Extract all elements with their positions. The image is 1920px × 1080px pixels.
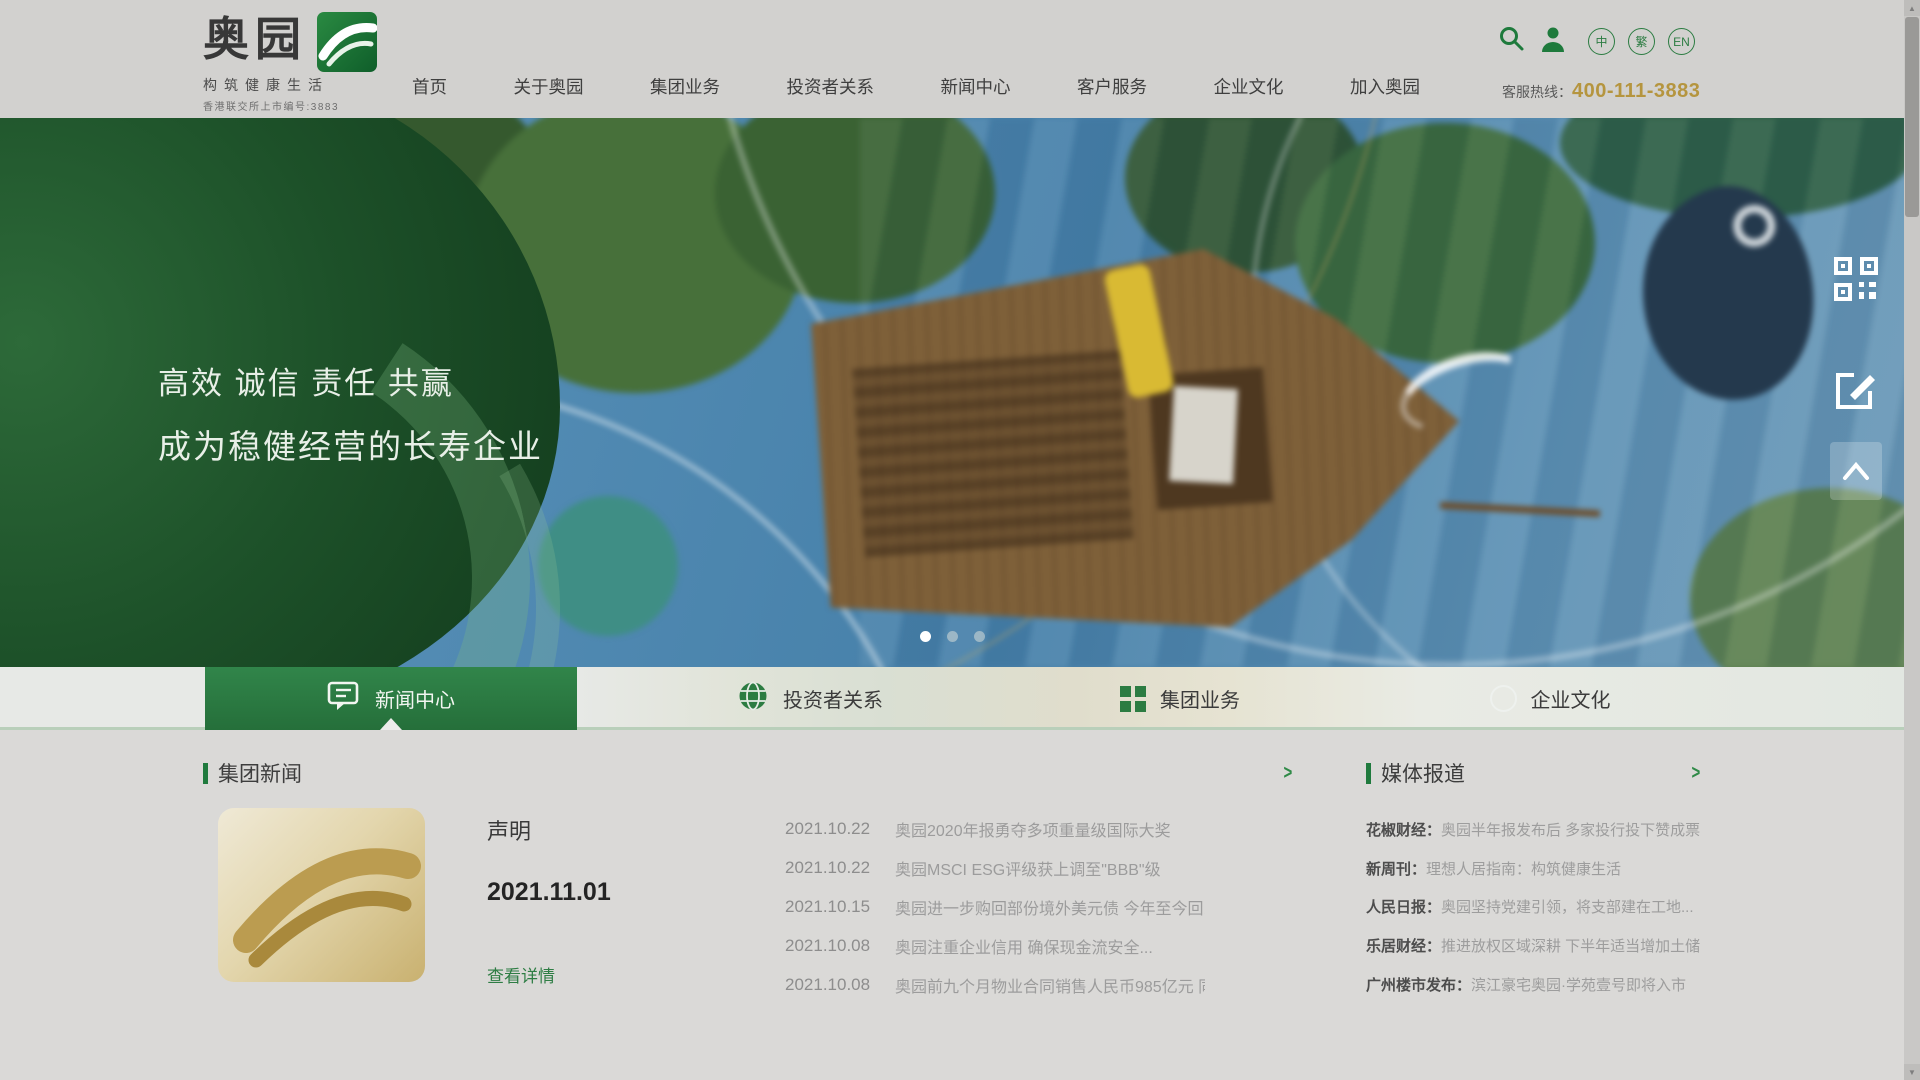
nav-item-news[interactable]: 新闻中心 [941,74,1011,99]
aoyuan-swoosh-icon [317,12,377,72]
tab-label: 新闻中心 [375,684,455,713]
media-title: 推进放权区域深耕 下半年适当增加土储 [1441,935,1700,956]
carousel-dot[interactable] [974,631,985,642]
news-item[interactable]: 2021.10.22 奥园MSCI ESG评级获上调至"BBB"级 [785,849,1205,888]
media-item[interactable]: 花椒财经： 奥园半年报发布后 多家投行投下赞成票 [1366,810,1718,849]
lang-zh-button[interactable]: 中 [1588,28,1615,55]
featured-news-image[interactable] [218,808,425,982]
carousel-dots [920,631,985,642]
site-header: 奥园 构筑健康生活 香港联交所上市编号:3883 首页 关于奥园 集团业务 投资… [0,0,1920,118]
media-item[interactable]: 广州楼市发布： 滨江豪宅奥园·学苑壹号即将入市 [1366,965,1718,1004]
nav-item-home[interactable]: 首页 [412,74,447,99]
news-item[interactable]: 2021.10.08 奥园前九个月物业合同销售人民币985亿元 同... [785,965,1205,1004]
carousel-dot[interactable] [947,631,958,642]
featured-news-title[interactable]: 声明 [487,814,531,846]
hero-slogan-line2: 成为稳健经营的长寿企业 [158,420,543,468]
group-news-list: 2021.10.22 奥园2020年报勇夺多项重量级国际大奖 2021.10.2… [785,810,1205,1004]
globe-icon [737,680,769,718]
main-nav: 首页 关于奥园 集团业务 投资者关系 新闻中心 客户服务 企业文化 加入奥园 [412,74,1420,99]
service-hotline: 客服热线： 400-111-3883 [1502,80,1700,103]
section-title: 媒体报道 [1381,758,1465,788]
media-source: 新周刊： [1366,858,1426,879]
search-icon[interactable] [1498,25,1526,58]
nav-item-about[interactable]: 关于奥园 [514,74,584,99]
grid-icon [1120,686,1146,712]
media-source: 广州楼市发布： [1366,974,1471,995]
news-title: 奥园进一步购回部份境外美元债 今年至今回... [895,895,1205,919]
tab-label: 投资者关系 [783,684,883,713]
view-details-link[interactable]: 查看详情 [487,962,555,987]
media-title: 滨江豪宅奥园·学苑壹号即将入市 [1471,974,1686,995]
hero-slogan-line1: 高效 诚信 责任 共赢 [158,358,543,403]
featured-news-date: 2021.11.01 [487,878,611,907]
news-item[interactable]: 2021.10.22 奥园2020年报勇夺多项重量级国际大奖 [785,810,1205,849]
tab-investor-relations[interactable]: 投资者关系 [640,667,980,730]
tab-news-center[interactable]: 新闻中心 [205,667,577,730]
news-section: 集团新闻 > 声明 2021.11.01 查看详情 2021.10.22 奥园2… [0,730,1920,1080]
carousel-dot[interactable] [920,631,931,642]
tab-label: 集团业务 [1160,684,1240,713]
logo-text: 奥园 [203,8,307,70]
ring-icon [1490,685,1517,712]
lang-en-button[interactable]: EN [1668,28,1695,55]
news-date: 2021.10.22 [785,819,895,839]
section-bar [203,763,208,784]
section-tabbar: 新闻中心 投资者关系 集团业务 企业文化 [0,667,1920,730]
nav-item-culture[interactable]: 企业文化 [1214,74,1284,99]
tab-label: 企业文化 [1531,684,1611,713]
news-date: 2021.10.22 [785,858,895,878]
media-reports-list: 花椒财经： 奥园半年报发布后 多家投行投下赞成票 新周刊： 理想人居指南：构筑健… [1366,810,1718,1004]
brand-logo[interactable]: 奥园 构筑健康生活 香港联交所上市编号:3883 [203,8,377,113]
hero-banner[interactable]: 高效 诚信 责任 共赢 成为稳健经营的长寿企业 [0,118,1920,667]
group-news-more-arrow[interactable]: > [1283,762,1292,785]
chat-bubble-icon [327,680,361,718]
media-item[interactable]: 新周刊： 理想人居指南：构筑健康生活 [1366,849,1718,888]
media-title: 理想人居指南：构筑健康生活 [1426,858,1621,879]
news-title: 奥园2020年报勇夺多项重量级国际大奖 [895,817,1205,841]
section-title: 集团新闻 [218,758,302,788]
scrollbar-thumb[interactable] [1905,17,1919,217]
vertical-scrollbar[interactable]: ▲ ▼ [1904,0,1920,1080]
news-date: 2021.10.08 [785,936,895,956]
media-reports-more-arrow[interactable]: > [1691,762,1700,785]
tab-corporate-culture[interactable]: 企业文化 [1420,667,1680,730]
news-date: 2021.10.15 [785,897,895,917]
lang-traditional-button[interactable]: 繁 [1628,28,1655,55]
media-source: 人民日报： [1366,896,1441,917]
edit-icon[interactable] [1834,367,1878,416]
media-title: 奥园半年报发布后 多家投行投下赞成票 [1441,819,1700,840]
nav-item-business[interactable]: 集团业务 [650,74,720,99]
news-title: 奥园MSCI ESG评级获上调至"BBB"级 [895,856,1205,880]
logo-listing-code: 香港联交所上市编号:3883 [203,98,377,113]
news-item[interactable]: 2021.10.08 奥园注重企业信用 确保现金流安全... [785,926,1205,965]
media-source: 花椒财经： [1366,819,1441,840]
news-title: 奥园注重企业信用 确保现金流安全... [895,934,1205,958]
section-bar [1366,763,1371,784]
news-date: 2021.10.08 [785,975,895,995]
nav-item-service[interactable]: 客户服务 [1077,74,1147,99]
media-source: 乐居财经： [1366,935,1441,956]
user-icon[interactable] [1539,25,1567,58]
nav-item-join[interactable]: 加入奥园 [1350,74,1420,99]
back-to-top-button[interactable] [1830,442,1882,500]
group-news-header: 集团新闻 [203,758,302,788]
news-item[interactable]: 2021.10.15 奥园进一步购回部份境外美元债 今年至今回... [785,888,1205,927]
media-title: 奥园坚持党建引领，将支部建在工地... [1441,896,1694,917]
media-reports-header: 媒体报道 [1366,758,1465,788]
media-item[interactable]: 乐居财经： 推进放权区域深耕 下半年适当增加土储 [1366,926,1718,965]
hotline-number: 400-111-3883 [1572,80,1700,103]
hero-slogan: 高效 诚信 责任 共赢 成为稳健经营的长寿企业 [158,358,543,468]
media-item[interactable]: 人民日报： 奥园坚持党建引领，将支部建在工地... [1366,888,1718,927]
scroll-up-arrow[interactable]: ▲ [1904,0,1920,16]
scroll-down-arrow[interactable]: ▼ [1904,1064,1920,1080]
qr-code-icon[interactable] [1833,256,1879,307]
nav-item-investor[interactable]: 投资者关系 [787,74,875,99]
news-title: 奥园前九个月物业合同销售人民币985亿元 同... [895,973,1205,997]
chevron-up-icon [1841,461,1871,481]
hotline-label: 客服热线： [1502,82,1572,102]
tab-group-business[interactable]: 集团业务 [1040,667,1320,730]
logo-tagline: 构筑健康生活 [203,75,377,95]
